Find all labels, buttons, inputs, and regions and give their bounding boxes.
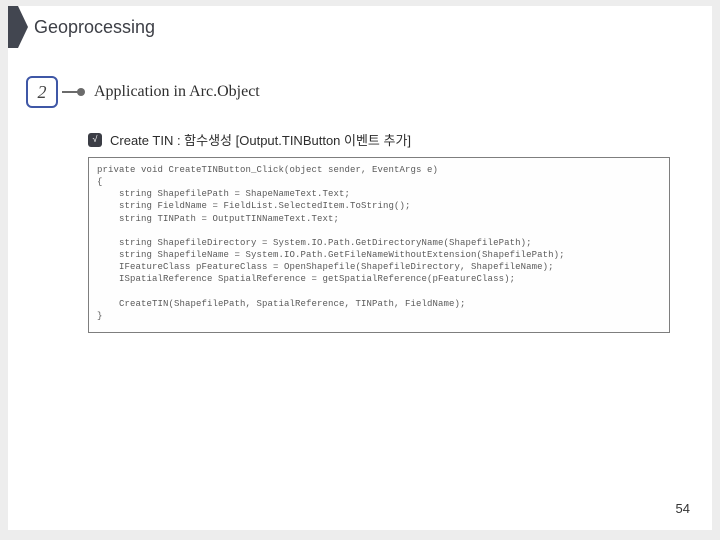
bullet-row: √ Create TIN : 함수생성 [Output.TINButton 이벤… <box>8 130 712 149</box>
section-number-box: 2 <box>26 76 58 108</box>
title-notch <box>8 6 18 48</box>
section-row: 2 Application in Arc.Object <box>8 76 712 108</box>
bullet-label: Create TIN : 함수생성 [Output.TINButton 이벤트 … <box>110 130 411 149</box>
connector-line-icon <box>62 91 84 93</box>
page-number: 54 <box>676 501 690 516</box>
chevron-right-icon <box>18 6 28 48</box>
slide: Geoprocessing 2 Application in Arc.Objec… <box>8 6 712 530</box>
section-heading: Application in Arc.Object <box>94 83 260 101</box>
page-title: Geoprocessing <box>34 17 155 38</box>
title-row: Geoprocessing <box>8 6 712 48</box>
code-block: private void CreateTINButton_Click(objec… <box>88 157 670 333</box>
check-icon: √ <box>88 133 102 147</box>
